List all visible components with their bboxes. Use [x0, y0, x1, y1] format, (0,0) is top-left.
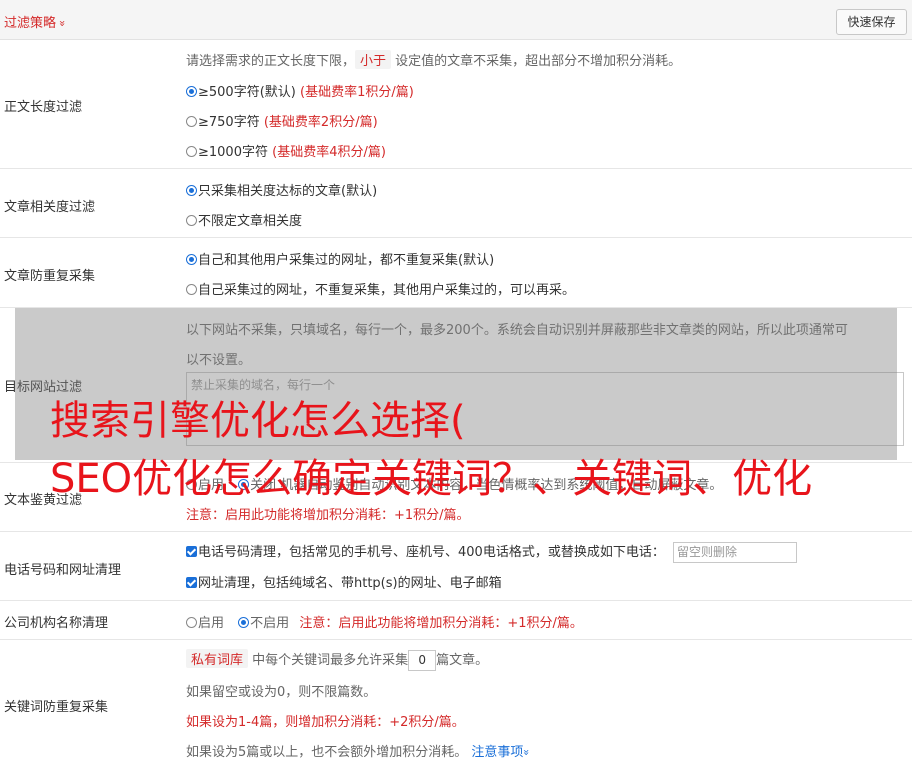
notes-link[interactable]: 注意事项» [471, 745, 534, 760]
relevance-option-standard[interactable]: 只采集相关度达标的文章(默认) [186, 180, 377, 199]
title-text: 过滤策略 [4, 16, 57, 31]
radio-icon[interactable] [186, 284, 197, 295]
option-label: 只采集相关度达标的文章(默认) [198, 184, 378, 199]
contact-cleanup-label: 电话号码和网址清理 [4, 563, 122, 578]
desc-text: 设定值的文章不采集，超出部分不增加积分消耗。 [395, 54, 682, 69]
radio-icon[interactable] [186, 215, 197, 226]
contact-cleanup-row: 电话号码和网址清理 电话号码清理，包括常见的手机号、座机号、400电话格式，或替… [0, 532, 912, 601]
phone-cleanup-option[interactable]: 电话号码清理，包括常见的手机号、座机号、400电话格式，或替换成如下电话： 留空… [186, 541, 797, 563]
dedupe-option-all[interactable]: 自己和其他用户采集过的网址，都不重复采集(默认) [186, 249, 494, 268]
chevron-down-icon: » [520, 749, 534, 756]
keyword-limit-line: 私有词库 中每个关键词最多允许采集 0 篇文章。 [186, 649, 488, 671]
option-label: 不限定文章相关度 [198, 214, 303, 229]
keyword-line-4-text: 如果设为5篇或以上，也不会额外增加积分消耗。 [186, 745, 468, 760]
fee-label: (基础费率2积分/篇) [263, 115, 378, 130]
disable-label[interactable]: 不启用 [250, 616, 289, 631]
quick-save-button[interactable]: 快速保存 [836, 9, 907, 35]
dedupe-filter-row: 文章防重复采集 自己和其他用户采集过的网址，都不重复采集(默认) 自己采集过的网… [0, 238, 912, 308]
filter-strategy-header: 过滤策略» 快速保存 [0, 0, 912, 40]
relevance-filter-row: 文章相关度过滤 只采集相关度达标的文章(默认) 不限定文章相关度 [0, 169, 912, 238]
length-filter-row: 正文长度过滤 请选择需求的正文长度下限， 小于 设定值的文章不采集，超出部分不增加… [0, 40, 912, 169]
url-cleanup-option[interactable]: 网址清理，包括纯域名、带http(s)的网址、电子邮箱 [186, 572, 502, 591]
relevance-filter-label: 文章相关度过滤 [4, 200, 96, 215]
length-option-500[interactable]: ≥500字符(默认) (基础费率1积分/篇) [186, 81, 414, 100]
fee-label: (基础费率1积分/篇) [300, 85, 414, 100]
url-cleanup-text: 网址清理，包括纯域名、带http(s)的网址、电子邮箱 [198, 576, 502, 591]
notes-link-text: 注意事项 [471, 745, 524, 760]
chevron-down-icon: » [55, 20, 69, 27]
length-filter-desc: 请选择需求的正文长度下限， 小于 设定值的文章不采集，超出部分不增加积分消耗。 [186, 50, 681, 69]
desc-text: 请选择需求的正文长度下限， [186, 54, 356, 69]
enable-label[interactable]: 启用 [198, 616, 224, 631]
length-filter-label: 正文长度过滤 [4, 100, 83, 115]
option-label: 自己和其他用户采集过的网址，都不重复采集(默认) [198, 253, 495, 268]
radio-icon[interactable] [238, 617, 250, 628]
radio-icon[interactable] [186, 116, 197, 127]
option-label: ≥500字符(默认) [198, 85, 296, 100]
length-option-750[interactable]: ≥750字符 (基础费率2积分/篇) [186, 111, 378, 130]
keyword-limit-input[interactable]: 0 [408, 650, 437, 671]
relevance-option-unlimited[interactable]: 不限定文章相关度 [186, 210, 302, 229]
radio-icon[interactable] [186, 185, 197, 196]
overlay-headline-1: 搜索引擎优化怎么选择( [50, 398, 466, 444]
checkbox-icon[interactable] [186, 546, 197, 557]
overlay-headline-2: SEO优化怎么确定关键词？、关键词、优化 [50, 456, 813, 502]
filter-strategy-title[interactable]: 过滤策略» [4, 12, 69, 31]
radio-icon[interactable] [186, 146, 197, 157]
length-option-1000[interactable]: ≥1000字符 (基础费率4积分/篇) [186, 141, 386, 160]
radio-icon[interactable] [186, 254, 197, 265]
company-cleanup-options: 启用 不启用 注意：启用此功能将增加积分消耗：+1积分/篇。 [186, 612, 583, 631]
option-label: ≥1000字符 [198, 145, 268, 160]
keyword-dedupe-row: 关键词防重复采集 私有词库 中每个关键词最多允许采集 0 篇文章。 如果留空或设为0… [0, 640, 912, 768]
limit-text: 中每个关键词最多允许采集 [252, 653, 409, 668]
keyword-line-2: 如果留空或设为0，则不限篇数。 [186, 685, 377, 700]
dedupe-option-self[interactable]: 自己采集过的网址，不重复采集，其他用户采集过的，可以再采。 [186, 279, 575, 298]
checkbox-icon[interactable] [186, 577, 197, 588]
company-cleanup-row: 公司机构名称清理 启用 不启用 注意：启用此功能将增加积分消耗：+1积分/篇。 [0, 601, 912, 640]
keyword-dedupe-label: 关键词防重复采集 [4, 700, 109, 715]
company-cleanup-label: 公司机构名称清理 [4, 616, 109, 631]
radio-icon[interactable] [186, 617, 197, 628]
radio-icon[interactable] [186, 86, 197, 97]
keyword-line-3: 如果设为1-4篇，则增加积分消耗：+2积分/篇。 [186, 715, 465, 730]
option-label: 自己采集过的网址，不重复采集，其他用户采集过的，可以再采。 [198, 283, 576, 298]
keyword-line-4: 如果设为5篇或以上，也不会额外增加积分消耗。 注意事项» [186, 741, 534, 760]
fee-label: (基础费率4积分/篇) [272, 145, 386, 160]
limit-text: 篇文章。 [436, 653, 489, 668]
porn-filter-note: 注意：启用此功能将增加积分消耗：+1积分/篇。 [186, 508, 470, 523]
company-cleanup-note: 注意：启用此功能将增加积分消耗：+1积分/篇。 [299, 616, 583, 631]
private-lexicon-badge[interactable]: 私有词库 [186, 649, 249, 668]
less-than-badge: 小于 [355, 50, 392, 69]
phone-cleanup-text: 电话号码清理，包括常见的手机号、座机号、400电话格式，或替换成如下电话： [198, 545, 665, 560]
dedupe-filter-label: 文章防重复采集 [4, 269, 96, 284]
option-label: ≥750字符 [198, 115, 260, 130]
replacement-phone-input[interactable]: 留空则删除 [672, 542, 797, 563]
